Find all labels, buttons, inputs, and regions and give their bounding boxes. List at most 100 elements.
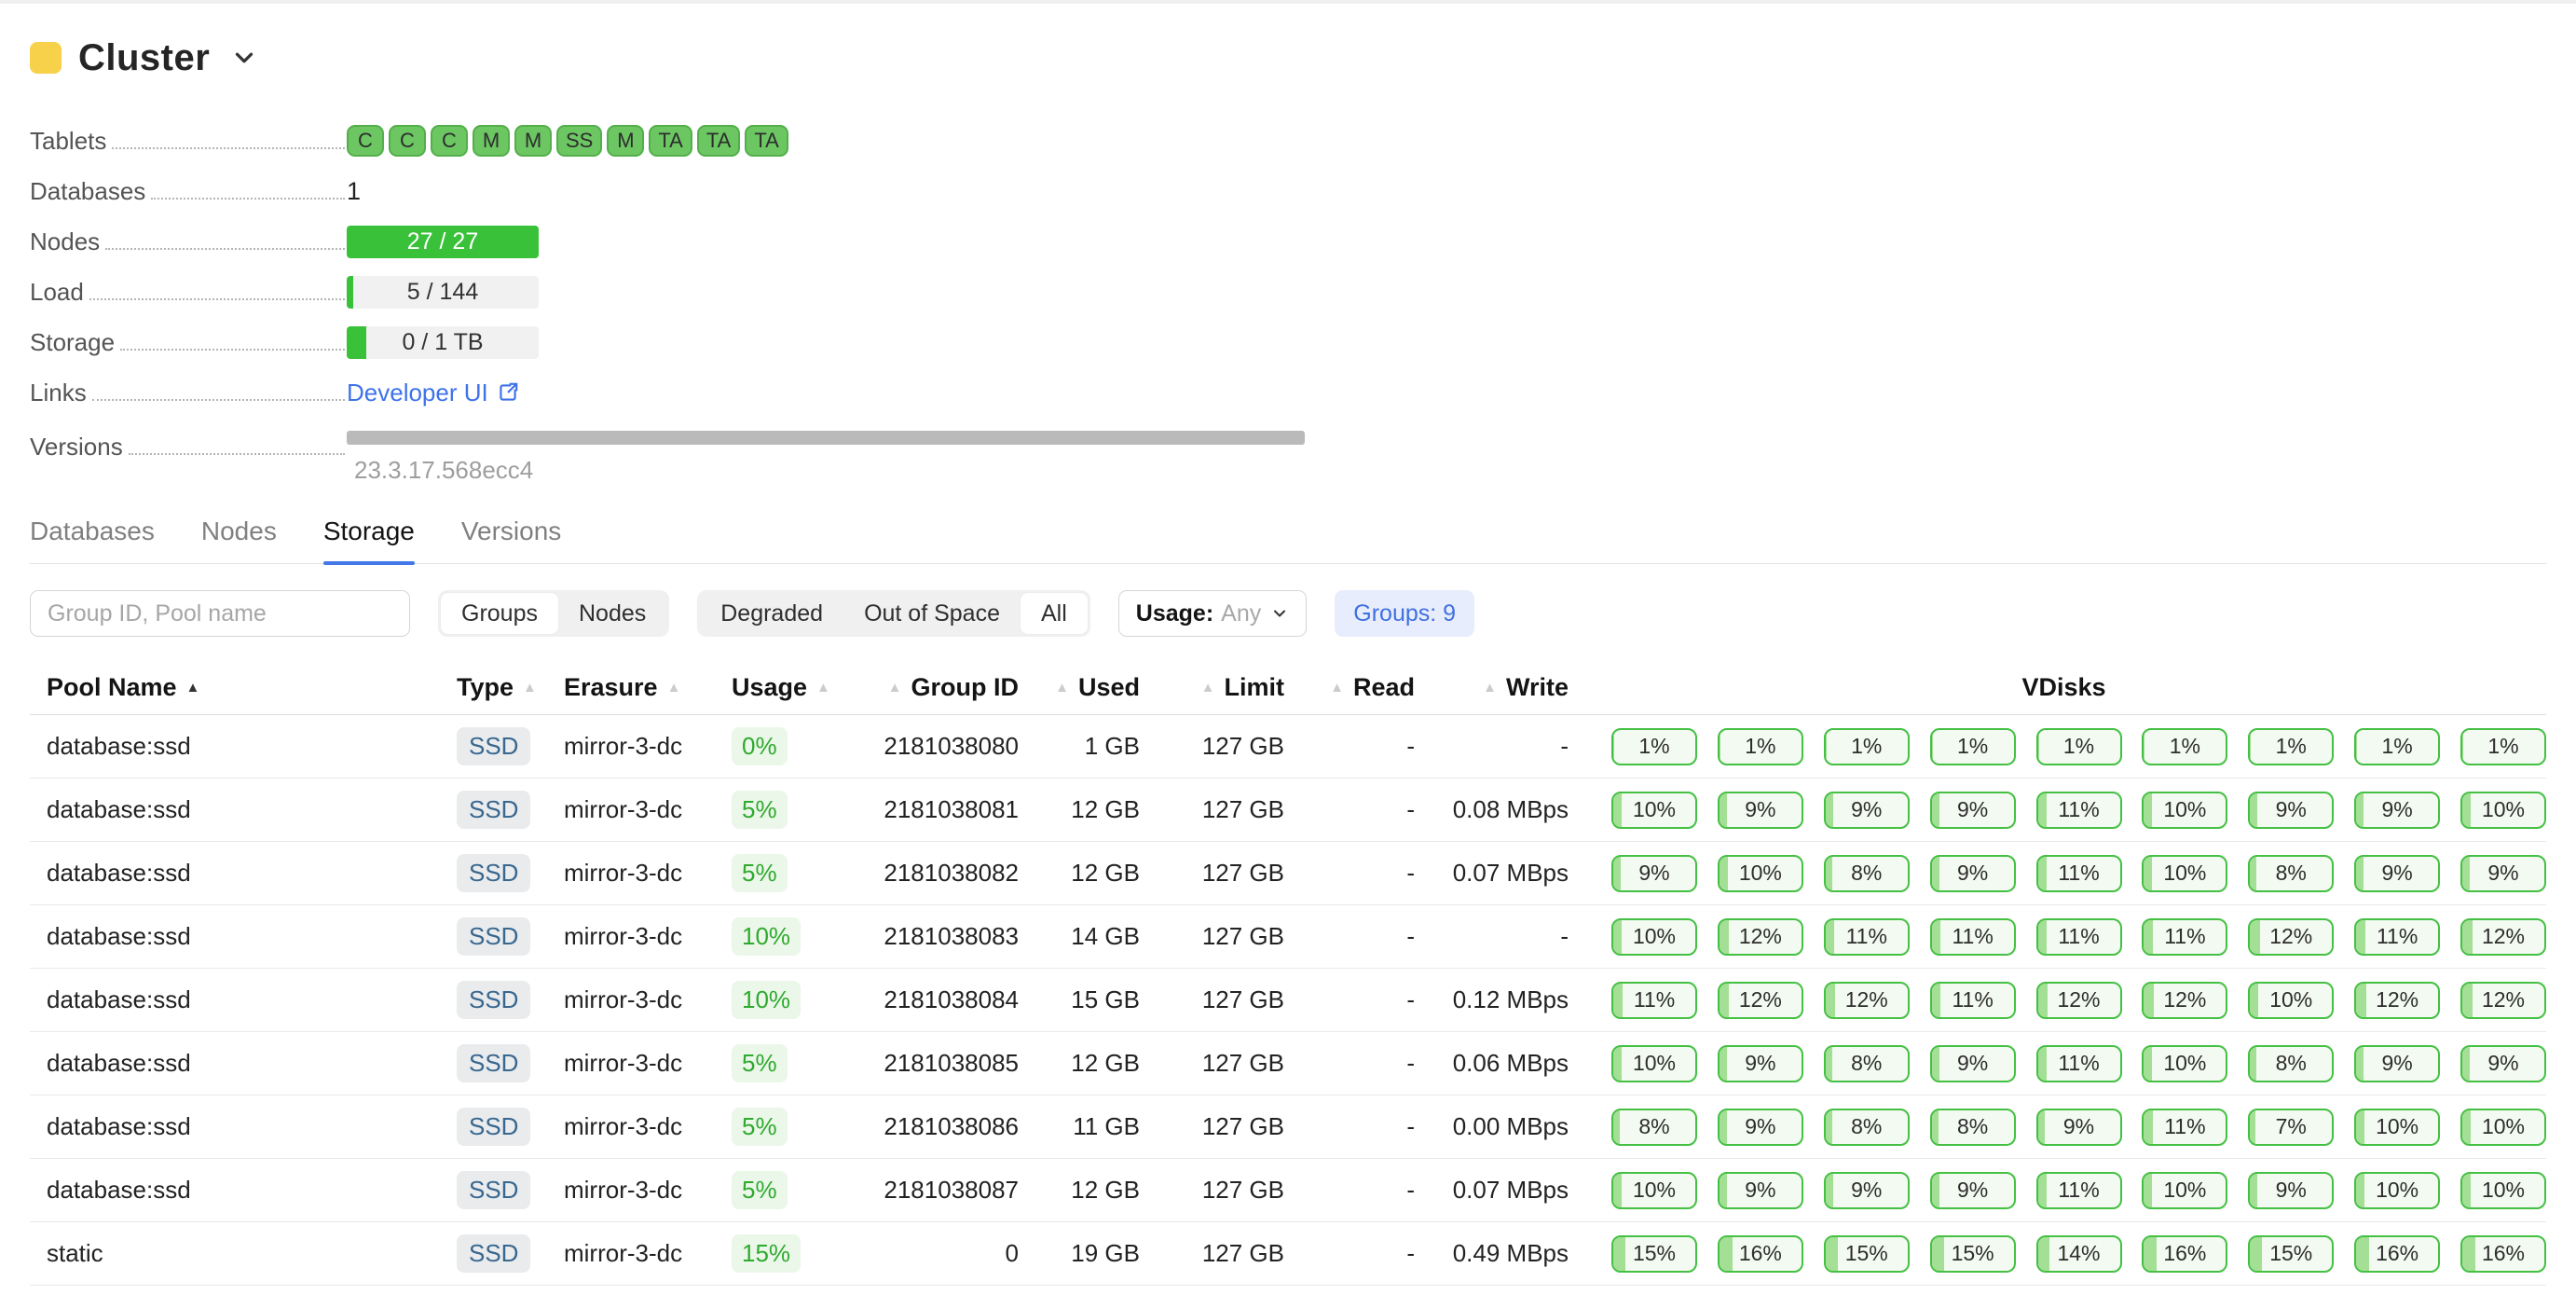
table-row[interactable]: staticSSDmirror-3-dc15%019 GB127 GB-0.49…: [30, 1222, 2546, 1286]
column-header-used[interactable]: ▲Used: [1032, 673, 1153, 702]
vdisk-badge[interactable]: 9%: [1824, 792, 1910, 829]
tab-versions[interactable]: Versions: [461, 517, 561, 563]
vdisk-badge[interactable]: 16%: [2460, 1235, 2546, 1273]
vdisk-badge[interactable]: 8%: [1611, 1109, 1697, 1146]
vdisk-badge[interactable]: 9%: [2354, 792, 2440, 829]
tab-storage[interactable]: Storage: [323, 517, 415, 563]
tablet-badge[interactable]: SS: [556, 125, 602, 157]
table-row[interactable]: database:ssdSSDmirror-3-dc10%21810380841…: [30, 969, 2546, 1032]
vdisk-badge[interactable]: 10%: [1611, 918, 1697, 956]
vdisk-badge[interactable]: 9%: [1718, 1045, 1803, 1082]
vdisk-badge[interactable]: 10%: [2354, 1172, 2440, 1209]
status-option-all[interactable]: All: [1021, 593, 1088, 634]
vdisk-badge[interactable]: 12%: [1824, 982, 1910, 1019]
vdisk-badge[interactable]: 10%: [1611, 792, 1697, 829]
vdisk-badge[interactable]: 10%: [2248, 982, 2334, 1019]
vdisk-badge[interactable]: 11%: [2036, 1172, 2122, 1209]
table-row[interactable]: database:ssdSSDmirror-3-dc5%218103808212…: [30, 842, 2546, 905]
vdisk-badge[interactable]: 11%: [1824, 918, 1910, 956]
column-header-type[interactable]: Type▲: [440, 673, 547, 702]
vdisk-badge[interactable]: 9%: [1824, 1172, 1910, 1209]
vdisk-badge[interactable]: 9%: [1930, 1172, 2016, 1209]
developer-ui-link[interactable]: Developer UI: [347, 379, 520, 407]
vdisk-badge[interactable]: 1%: [1824, 728, 1910, 765]
column-header-write[interactable]: ▲Write: [1428, 673, 1582, 702]
vdisk-badge[interactable]: 9%: [1718, 792, 1803, 829]
vdisk-badge[interactable]: 10%: [2142, 1045, 2227, 1082]
tablet-badge[interactable]: C: [347, 125, 384, 157]
vdisk-badge[interactable]: 12%: [1718, 918, 1803, 956]
vdisk-badge[interactable]: 12%: [2036, 982, 2122, 1019]
vdisk-badge[interactable]: 8%: [2248, 855, 2334, 892]
column-header-limit[interactable]: ▲Limit: [1153, 673, 1297, 702]
vdisk-badge[interactable]: 9%: [2354, 855, 2440, 892]
vdisk-badge[interactable]: 11%: [2036, 792, 2122, 829]
table-row[interactable]: database:ssdSSDmirror-3-dc5%218103808112…: [30, 779, 2546, 842]
column-header-pool[interactable]: Pool Name▲: [30, 673, 440, 702]
vdisk-badge[interactable]: 9%: [2460, 1045, 2546, 1082]
status-option-degraded[interactable]: Degraded: [700, 593, 843, 634]
vdisk-badge[interactable]: 1%: [2036, 728, 2122, 765]
vdisk-badge[interactable]: 12%: [1718, 982, 1803, 1019]
tablet-badge[interactable]: TA: [649, 125, 692, 157]
vdisk-badge[interactable]: 11%: [1611, 982, 1697, 1019]
vdisk-badge[interactable]: 11%: [2142, 1109, 2227, 1146]
vdisk-badge[interactable]: 1%: [2248, 728, 2334, 765]
vdisk-badge[interactable]: 10%: [2460, 1172, 2546, 1209]
vdisk-badge[interactable]: 10%: [2460, 792, 2546, 829]
vdisk-badge[interactable]: 1%: [1611, 728, 1697, 765]
vdisk-badge[interactable]: 15%: [2248, 1235, 2334, 1273]
vdisk-badge[interactable]: 11%: [2036, 855, 2122, 892]
vdisk-badge[interactable]: 12%: [2142, 982, 2227, 1019]
vdisk-badge[interactable]: 11%: [2036, 1045, 2122, 1082]
vdisk-badge[interactable]: 1%: [2460, 728, 2546, 765]
vdisk-badge[interactable]: 12%: [2354, 982, 2440, 1019]
vdisk-badge[interactable]: 9%: [1930, 792, 2016, 829]
vdisk-badge[interactable]: 11%: [2354, 918, 2440, 956]
chevron-down-icon[interactable]: [230, 44, 258, 72]
tablet-badge[interactable]: TA: [697, 125, 740, 157]
vdisk-badge[interactable]: 9%: [2036, 1109, 2122, 1146]
vdisk-badge[interactable]: 11%: [1930, 982, 2016, 1019]
column-header-usage[interactable]: Usage▲: [715, 673, 831, 702]
vdisk-badge[interactable]: 12%: [2460, 918, 2546, 956]
vdisk-badge[interactable]: 1%: [1930, 728, 2016, 765]
vdisk-badge[interactable]: 1%: [2354, 728, 2440, 765]
vdisk-badge[interactable]: 8%: [1824, 1045, 1910, 1082]
vdisk-badge[interactable]: 9%: [1930, 855, 2016, 892]
vdisk-badge[interactable]: 12%: [2460, 982, 2546, 1019]
status-option-out-of-space[interactable]: Out of Space: [843, 593, 1021, 634]
column-header-read[interactable]: ▲Read: [1297, 673, 1428, 702]
vdisk-badge[interactable]: 9%: [1718, 1172, 1803, 1209]
vdisk-badge[interactable]: 7%: [2248, 1109, 2334, 1146]
column-header-erasure[interactable]: Erasure▲: [547, 673, 715, 702]
search-input[interactable]: [30, 590, 410, 637]
vdisk-badge[interactable]: 10%: [1611, 1172, 1697, 1209]
tablet-badge[interactable]: C: [389, 125, 426, 157]
vdisk-badge[interactable]: 8%: [2248, 1045, 2334, 1082]
vdisk-badge[interactable]: 16%: [2142, 1235, 2227, 1273]
vdisk-badge[interactable]: 10%: [2460, 1109, 2546, 1146]
vdisk-badge[interactable]: 10%: [2142, 855, 2227, 892]
vdisk-badge[interactable]: 10%: [2142, 1172, 2227, 1209]
vdisk-badge[interactable]: 9%: [2248, 792, 2334, 829]
vdisk-badge[interactable]: 16%: [2354, 1235, 2440, 1273]
vdisk-badge[interactable]: 9%: [1718, 1109, 1803, 1146]
vdisk-badge[interactable]: 15%: [1611, 1235, 1697, 1273]
vdisk-badge[interactable]: 8%: [1930, 1109, 2016, 1146]
vdisk-badge[interactable]: 10%: [1718, 855, 1803, 892]
vdisk-badge[interactable]: 10%: [2354, 1109, 2440, 1146]
table-row[interactable]: database:ssdSSDmirror-3-dc0%21810380801 …: [30, 715, 2546, 779]
vdisk-badge[interactable]: 9%: [2460, 855, 2546, 892]
table-row[interactable]: database:ssdSSDmirror-3-dc5%218103808512…: [30, 1032, 2546, 1095]
usage-filter-dropdown[interactable]: Usage: Any: [1118, 590, 1307, 637]
table-row[interactable]: database:ssdSSDmirror-3-dc5%218103808611…: [30, 1095, 2546, 1159]
tablet-badge[interactable]: TA: [745, 125, 788, 157]
vdisk-badge[interactable]: 9%: [1611, 855, 1697, 892]
vdisk-badge[interactable]: 15%: [1824, 1235, 1910, 1273]
vdisk-badge[interactable]: 9%: [1930, 1045, 2016, 1082]
vdisk-badge[interactable]: 11%: [1930, 918, 2016, 956]
vdisk-badge[interactable]: 12%: [2248, 918, 2334, 956]
column-header-group[interactable]: ▲Group ID: [831, 673, 1032, 702]
cluster-title-row[interactable]: Cluster: [30, 37, 2546, 78]
